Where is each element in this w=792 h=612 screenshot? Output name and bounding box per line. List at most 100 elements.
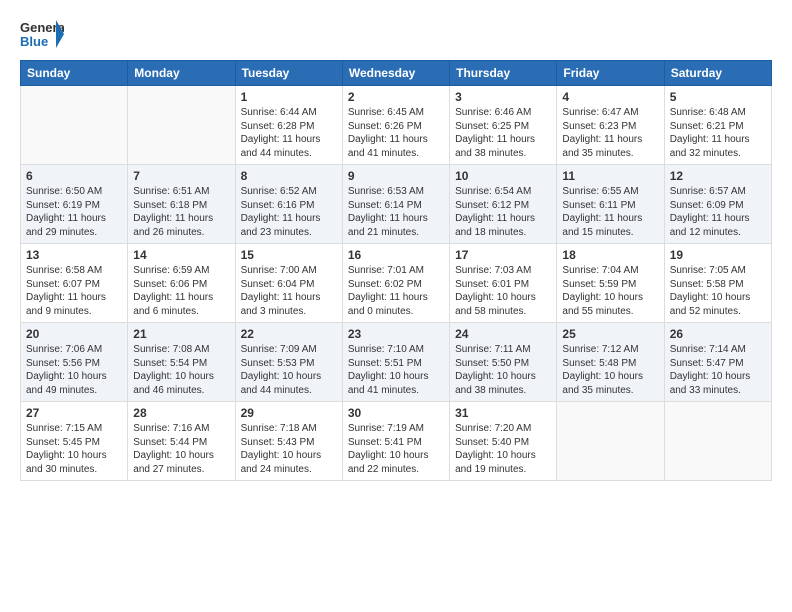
cell-content: Sunrise: 7:18 AMSunset: 5:43 PMDaylight:… bbox=[241, 422, 337, 476]
cell-content: Sunrise: 6:51 AMSunset: 6:18 PMDaylight:… bbox=[133, 185, 229, 239]
cell-content: Sunrise: 6:52 AMSunset: 6:16 PMDaylight:… bbox=[241, 185, 337, 239]
cell-content: Sunrise: 7:03 AMSunset: 6:01 PMDaylight:… bbox=[455, 264, 551, 318]
calendar-week-row: 13 Sunrise: 6:58 AMSunset: 6:07 PMDayligh… bbox=[21, 244, 772, 323]
day-number: 20 bbox=[26, 327, 122, 341]
cell-content: Sunrise: 7:04 AMSunset: 5:59 PMDaylight:… bbox=[562, 264, 658, 318]
calendar-cell: 28 Sunrise: 7:16 AMSunset: 5:44 PMDayligh… bbox=[128, 402, 235, 481]
cell-content: Sunrise: 7:05 AMSunset: 5:58 PMDaylight:… bbox=[670, 264, 766, 318]
logo: General Blue bbox=[20, 16, 64, 52]
calendar-cell: 29Sunrise: 7:18 AMSunset: 5:43 PMDayligh… bbox=[235, 402, 342, 481]
day-number: 27 bbox=[26, 406, 122, 420]
calendar-cell: 11 Sunrise: 6:55 AMSunset: 6:11 PMDayligh… bbox=[557, 165, 664, 244]
day-number: 22 bbox=[241, 327, 337, 341]
day-number: 19 bbox=[670, 248, 766, 262]
day-number: 14 bbox=[133, 248, 229, 262]
calendar-week-row: 6 Sunrise: 6:50 AMSunset: 6:19 PMDaylight… bbox=[21, 165, 772, 244]
day-number: 23 bbox=[348, 327, 444, 341]
day-number: 11 bbox=[562, 169, 658, 183]
cell-content: Sunrise: 7:11 AMSunset: 5:50 PMDaylight:… bbox=[455, 343, 551, 397]
calendar-col-header: Sunday bbox=[21, 61, 128, 86]
cell-content: Sunrise: 6:50 AMSunset: 6:19 PMDaylight:… bbox=[26, 185, 122, 239]
day-number: 28 bbox=[133, 406, 229, 420]
cell-content: Sunrise: 7:01 AMSunset: 6:02 PMDaylight:… bbox=[348, 264, 444, 318]
calendar-cell: 5Sunrise: 6:48 AMSunset: 6:21 PMDaylight… bbox=[664, 86, 771, 165]
cell-content: Sunrise: 7:06 AMSunset: 5:56 PMDaylight:… bbox=[26, 343, 122, 397]
page: General Blue SundayMondayTuesdayWednesda… bbox=[0, 0, 792, 501]
day-number: 21 bbox=[133, 327, 229, 341]
calendar-cell bbox=[21, 86, 128, 165]
calendar-col-header: Friday bbox=[557, 61, 664, 86]
cell-content: Sunrise: 6:58 AMSunset: 6:07 PMDaylight:… bbox=[26, 264, 122, 318]
day-number: 31 bbox=[455, 406, 551, 420]
calendar-cell: 4 Sunrise: 6:47 AMSunset: 6:23 PMDaylight… bbox=[557, 86, 664, 165]
calendar-week-row: 20 Sunrise: 7:06 AMSunset: 5:56 PMDayligh… bbox=[21, 323, 772, 402]
calendar-cell: 15Sunrise: 7:00 AMSunset: 6:04 PMDayligh… bbox=[235, 244, 342, 323]
day-number: 16 bbox=[348, 248, 444, 262]
cell-content: Sunrise: 6:48 AMSunset: 6:21 PMDaylight:… bbox=[670, 106, 766, 160]
calendar-week-row: 1 Sunrise: 6:44 AMSunset: 6:28 PMDaylight… bbox=[21, 86, 772, 165]
day-number: 18 bbox=[562, 248, 658, 262]
cell-content: Sunrise: 7:14 AMSunset: 5:47 PMDaylight:… bbox=[670, 343, 766, 397]
cell-content: Sunrise: 7:15 AMSunset: 5:45 PMDaylight:… bbox=[26, 422, 122, 476]
day-number: 13 bbox=[26, 248, 122, 262]
day-number: 30 bbox=[348, 406, 444, 420]
cell-content: Sunrise: 7:16 AMSunset: 5:44 PMDaylight:… bbox=[133, 422, 229, 476]
cell-content: Sunrise: 6:45 AMSunset: 6:26 PMDaylight:… bbox=[348, 106, 444, 160]
cell-content: Sunrise: 6:55 AMSunset: 6:11 PMDaylight:… bbox=[562, 185, 658, 239]
calendar-cell: 9 Sunrise: 6:53 AMSunset: 6:14 PMDaylight… bbox=[342, 165, 449, 244]
day-number: 3 bbox=[455, 90, 551, 104]
calendar-header-row: SundayMondayTuesdayWednesdayThursdayFrid… bbox=[21, 61, 772, 86]
calendar-col-header: Tuesday bbox=[235, 61, 342, 86]
calendar-cell: 18 Sunrise: 7:04 AMSunset: 5:59 PMDayligh… bbox=[557, 244, 664, 323]
calendar-cell: 16 Sunrise: 7:01 AMSunset: 6:02 PMDayligh… bbox=[342, 244, 449, 323]
cell-content: Sunrise: 7:19 AMSunset: 5:41 PMDaylight:… bbox=[348, 422, 444, 476]
cell-content: Sunrise: 7:12 AMSunset: 5:48 PMDaylight:… bbox=[562, 343, 658, 397]
calendar-table: SundayMondayTuesdayWednesdayThursdayFrid… bbox=[20, 60, 772, 481]
calendar-cell: 2Sunrise: 6:45 AMSunset: 6:26 PMDaylight… bbox=[342, 86, 449, 165]
cell-content: Sunrise: 6:57 AMSunset: 6:09 PMDaylight:… bbox=[670, 185, 766, 239]
cell-content: Sunrise: 7:20 AMSunset: 5:40 PMDaylight:… bbox=[455, 422, 551, 476]
day-number: 9 bbox=[348, 169, 444, 183]
cell-content: Sunrise: 6:44 AMSunset: 6:28 PMDaylight:… bbox=[241, 106, 337, 160]
calendar-cell: 12Sunrise: 6:57 AMSunset: 6:09 PMDayligh… bbox=[664, 165, 771, 244]
day-number: 26 bbox=[670, 327, 766, 341]
calendar-cell: 8 Sunrise: 6:52 AMSunset: 6:16 PMDaylight… bbox=[235, 165, 342, 244]
cell-content: Sunrise: 7:09 AMSunset: 5:53 PMDaylight:… bbox=[241, 343, 337, 397]
calendar-cell: 7 Sunrise: 6:51 AMSunset: 6:18 PMDaylight… bbox=[128, 165, 235, 244]
cell-content: Sunrise: 6:53 AMSunset: 6:14 PMDaylight:… bbox=[348, 185, 444, 239]
calendar-cell: 13 Sunrise: 6:58 AMSunset: 6:07 PMDayligh… bbox=[21, 244, 128, 323]
calendar-cell: 17Sunrise: 7:03 AMSunset: 6:01 PMDayligh… bbox=[450, 244, 557, 323]
calendar-cell bbox=[664, 402, 771, 481]
calendar-cell: 31 Sunrise: 7:20 AMSunset: 5:40 PMDayligh… bbox=[450, 402, 557, 481]
calendar-cell: 30 Sunrise: 7:19 AMSunset: 5:41 PMDayligh… bbox=[342, 402, 449, 481]
calendar-col-header: Wednesday bbox=[342, 61, 449, 86]
svg-text:Blue: Blue bbox=[20, 34, 48, 49]
day-number: 7 bbox=[133, 169, 229, 183]
calendar-cell: 20 Sunrise: 7:06 AMSunset: 5:56 PMDayligh… bbox=[21, 323, 128, 402]
day-number: 6 bbox=[26, 169, 122, 183]
calendar-cell: 21 Sunrise: 7:08 AMSunset: 5:54 PMDayligh… bbox=[128, 323, 235, 402]
calendar-cell: 24 Sunrise: 7:11 AMSunset: 5:50 PMDayligh… bbox=[450, 323, 557, 402]
calendar-cell bbox=[557, 402, 664, 481]
cell-content: Sunrise: 6:47 AMSunset: 6:23 PMDaylight:… bbox=[562, 106, 658, 160]
calendar-col-header: Thursday bbox=[450, 61, 557, 86]
day-number: 10 bbox=[455, 169, 551, 183]
calendar-cell: 23 Sunrise: 7:10 AMSunset: 5:51 PMDayligh… bbox=[342, 323, 449, 402]
cell-content: Sunrise: 7:08 AMSunset: 5:54 PMDaylight:… bbox=[133, 343, 229, 397]
day-number: 1 bbox=[241, 90, 337, 104]
day-number: 25 bbox=[562, 327, 658, 341]
calendar-cell: 1 Sunrise: 6:44 AMSunset: 6:28 PMDaylight… bbox=[235, 86, 342, 165]
logo-icon: General Blue bbox=[20, 16, 64, 52]
calendar-cell: 14Sunrise: 6:59 AMSunset: 6:06 PMDayligh… bbox=[128, 244, 235, 323]
calendar-cell: 10 Sunrise: 6:54 AMSunset: 6:12 PMDayligh… bbox=[450, 165, 557, 244]
calendar-cell: 6 Sunrise: 6:50 AMSunset: 6:19 PMDaylight… bbox=[21, 165, 128, 244]
day-number: 8 bbox=[241, 169, 337, 183]
calendar-cell: 19 Sunrise: 7:05 AMSunset: 5:58 PMDayligh… bbox=[664, 244, 771, 323]
day-number: 24 bbox=[455, 327, 551, 341]
cell-content: Sunrise: 7:10 AMSunset: 5:51 PMDaylight:… bbox=[348, 343, 444, 397]
cell-content: Sunrise: 6:54 AMSunset: 6:12 PMDaylight:… bbox=[455, 185, 551, 239]
calendar-cell: 26 Sunrise: 7:14 AMSunset: 5:47 PMDayligh… bbox=[664, 323, 771, 402]
calendar-cell bbox=[128, 86, 235, 165]
day-number: 15 bbox=[241, 248, 337, 262]
day-number: 4 bbox=[562, 90, 658, 104]
